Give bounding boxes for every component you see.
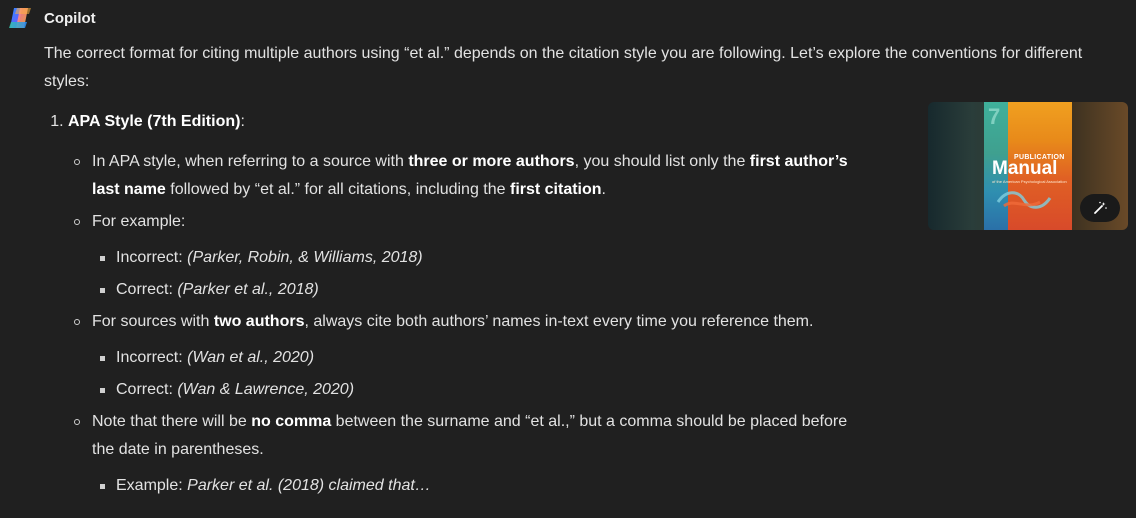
list-item: Correct: (Wan & Lawrence, 2020) [100, 376, 852, 404]
bold-text: three or more authors [408, 153, 575, 170]
list-item: Example: Parker et al. (2018) claimed th… [100, 472, 852, 500]
section-title-suffix: : [240, 113, 245, 130]
list-item: Correct: (Parker et al., 2018) [100, 276, 852, 304]
bold-text: no comma [251, 413, 332, 430]
magic-wand-icon [1094, 201, 1107, 214]
example-label: Correct: [116, 281, 178, 298]
text: For example: [92, 213, 186, 230]
book-cover: 7 PUBLICATION Manual of the American Psy… [984, 102, 1072, 230]
copilot-header: Copilot [8, 6, 96, 30]
example-label: Example: [116, 477, 188, 494]
example-citation: Parker et al. (2018) claimed that… [187, 477, 431, 494]
text: . [601, 181, 606, 198]
example-sublist: Example: Parker et al. (2018) claimed th… [92, 472, 852, 500]
list-item: Incorrect: (Wan et al., 2020) [100, 344, 852, 372]
copilot-logo-icon [9, 8, 31, 28]
bold-text: first citation [509, 181, 602, 198]
text: followed by “et al.” for all citations, … [165, 181, 510, 198]
cover-title: Manual [992, 158, 1058, 179]
cover-subtitle: of the American Psychological Associatio… [992, 179, 1067, 184]
magic-edit-button[interactable] [1080, 194, 1120, 222]
example-sublist: Incorrect: (Wan et al., 2020) Correct: (… [92, 344, 852, 404]
section-title: APA Style (7th Edition) [68, 113, 241, 130]
bold-text: two authors [213, 313, 305, 330]
example-citation: (Parker, Robin, & Williams, 2018) [187, 249, 423, 266]
text: For sources with [92, 313, 214, 330]
rule-three-authors: In APA style, when referring to a source… [74, 148, 852, 204]
text: , always cite both authors’ names in-tex… [304, 313, 814, 330]
app-name: Copilot [44, 9, 96, 27]
apa-manual-image[interactable]: 7 PUBLICATION Manual of the American Psy… [928, 102, 1128, 230]
example-citation: (Wan et al., 2020) [187, 349, 315, 366]
cover-edition-number: 7 [988, 104, 1001, 129]
example-label: Incorrect: [116, 349, 188, 366]
list-item: Incorrect: (Parker, Robin, & Williams, 2… [100, 244, 852, 272]
example-citation: (Parker et al., 2018) [177, 281, 319, 298]
cover-swirl-graphic [996, 191, 1052, 209]
rule-two-authors: For sources with two authors, always cit… [74, 308, 852, 404]
apa-rules-list: In APA style, when referring to a source… [68, 148, 852, 500]
example-label: Incorrect: [116, 249, 188, 266]
text: Note that there will be [92, 413, 252, 430]
rule-no-comma: Note that there will be no comma between… [74, 408, 852, 500]
text: In APA style, when referring to a source… [92, 153, 409, 170]
intro-paragraph: The correct format for citing multiple a… [44, 45, 1083, 90]
rule-example: For example: Incorrect: (Parker, Robin, … [74, 208, 852, 304]
text: , you should list only the [574, 153, 750, 170]
example-label: Correct: [116, 381, 178, 398]
example-citation: (Wan & Lawrence, 2020) [177, 381, 355, 398]
example-sublist: Incorrect: (Parker, Robin, & Williams, 2… [92, 244, 852, 304]
